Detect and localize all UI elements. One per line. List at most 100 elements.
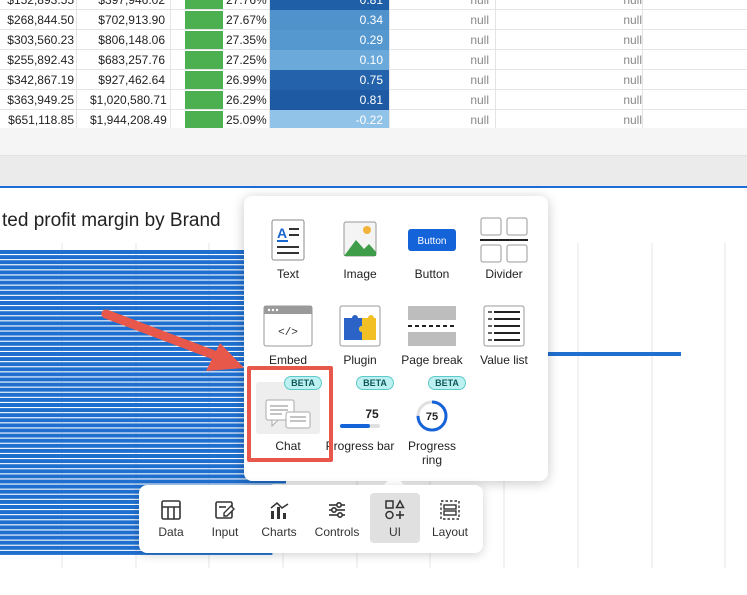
page-break-icon — [408, 306, 456, 346]
chart-title: ted profit margin by Brand — [2, 210, 221, 231]
data-bar — [185, 11, 223, 29]
data-bar — [185, 31, 223, 49]
data-bar — [185, 91, 223, 109]
table-cell: null — [470, 33, 489, 47]
data-table: $152,893.55 $397,946.02 27.76% 0.81 null null… — [0, 0, 747, 128]
table-row[interactable]: $268,844.50 $702,913.90 27.67% 0.34 null null — [0, 10, 747, 30]
text-icon: A — [271, 219, 305, 261]
button-icon: Button — [408, 229, 456, 251]
table-icon — [161, 500, 181, 520]
popup-item-progress-ring[interactable]: BETA 75 Progress ring — [396, 372, 468, 467]
data-bar — [185, 71, 223, 89]
toolbar-charts-button[interactable]: Charts — [254, 493, 304, 543]
image-icon — [343, 221, 377, 257]
table-cell: $363,949.25 — [7, 93, 74, 107]
table-cell: $683,257.76 — [98, 53, 165, 67]
heatmap-cell: 0.81 — [269, 90, 389, 110]
column-divider — [495, 0, 496, 128]
progress-bar-value: 75 — [365, 407, 379, 421]
table-cell: null — [623, 0, 642, 7]
toolbar-label: Input — [211, 525, 239, 539]
table-cell: $1,944,208.49 — [90, 113, 167, 127]
toolbar-label: Charts — [261, 525, 297, 539]
table-cell: $702,913.90 — [98, 13, 165, 27]
table-cell: 25.09% — [226, 113, 267, 127]
table-cell: $1,020,580.71 — [90, 93, 167, 107]
table-cell: null — [470, 93, 489, 107]
toolbar-controls-button[interactable]: Controls — [312, 493, 362, 543]
table-cell: null — [623, 33, 642, 47]
svg-text:A: A — [277, 225, 287, 241]
svg-text:</>: </> — [278, 327, 298, 339]
data-bar — [185, 111, 223, 128]
toolbar-label: Data — [158, 525, 184, 539]
column-divider — [642, 0, 643, 128]
table-cell: $268,844.50 — [7, 13, 74, 27]
highlight-box — [247, 366, 333, 462]
table-cell: $651,118.85 — [8, 113, 74, 127]
value-list-icon — [483, 305, 525, 347]
column-divider — [269, 0, 270, 128]
table-row[interactable]: $255,892.43 $683,257.76 27.25% 0.10 null null — [0, 50, 747, 70]
table-cell: 26.99% — [226, 73, 267, 87]
table-row[interactable]: $152,893.55 $397,946.02 27.76% 0.81 null null — [0, 0, 747, 10]
table-cell: null — [470, 113, 489, 127]
toolbar-label: UI — [389, 525, 401, 539]
heatmap-cell: 0.29 — [269, 30, 389, 50]
progress-ring-icon: 75 — [416, 400, 448, 432]
section-gap — [0, 128, 747, 186]
table-cell: 27.25% — [226, 53, 267, 67]
table-cell: 27.67% — [226, 13, 267, 27]
table-cell: null — [623, 93, 642, 107]
controls-icon — [329, 501, 345, 519]
popup-item-label: Divider — [485, 267, 523, 281]
popup-item-label: Value list — [480, 353, 528, 367]
table-cell: 26.29% — [226, 93, 267, 107]
table-cell: $255,892.43 — [7, 53, 74, 67]
table-row[interactable]: $303,560.23 $806,148.06 27.35% 0.29 null null — [0, 30, 747, 50]
table-cell: $397,946.02 — [98, 0, 165, 7]
table-cell: null — [470, 13, 489, 27]
table-cell: $927,462.64 — [98, 73, 165, 87]
heatmap-cell: 0.81 — [269, 0, 389, 10]
progress-bar-icon: 75 — [340, 407, 380, 428]
heatmap-cell: 0.10 — [269, 50, 389, 70]
table-cell: null — [470, 53, 489, 67]
table-cell: null — [470, 73, 489, 87]
toolbar-label: Controls — [314, 525, 360, 539]
heatmap-cell: 0.75 — [269, 70, 389, 90]
column-divider — [389, 0, 390, 128]
heatmap-cell: 0.34 — [269, 10, 389, 30]
table-row[interactable]: $363,949.25 $1,020,580.71 26.29% 0.81 null nu… — [0, 90, 747, 110]
heatmap-cell: -0.22 — [269, 110, 389, 128]
column-divider — [170, 0, 171, 128]
progress-ring-value: 75 — [426, 411, 438, 423]
toolbar-label: Layout — [431, 525, 469, 539]
toolbar-input-button[interactable]: Input — [200, 493, 250, 543]
plugin-icon — [339, 305, 381, 347]
chart-bar[interactable] — [0, 474, 286, 479]
table-row[interactable]: $342,867.19 $927,462.64 26.99% 0.75 null null — [0, 70, 747, 90]
toolbar-layout-button[interactable]: Layout — [425, 493, 475, 543]
column-divider — [76, 0, 77, 128]
toolbar-ui-button[interactable]: UI — [370, 493, 420, 543]
table-cell: 27.76% — [226, 0, 267, 7]
bottom-toolbar: Data Input Charts Controls UI Layout — [139, 485, 483, 553]
chart-bar[interactable] — [0, 479, 286, 484]
charts-icon — [270, 501, 289, 519]
table-cell: null — [623, 53, 642, 67]
popup-item-divider[interactable]: Divider — [468, 200, 540, 284]
data-bar — [185, 0, 223, 9]
table-cell: $342,867.19 — [7, 73, 74, 87]
input-icon — [215, 501, 235, 519]
popup-item-label: Progress ring — [407, 439, 457, 467]
table-cell: $806,148.06 — [98, 33, 165, 47]
popup-item-value-list[interactable]: Value list — [468, 286, 540, 370]
table-cell: 27.35% — [226, 33, 267, 47]
data-bar — [185, 51, 223, 69]
table-cell: null — [623, 73, 642, 87]
table-row[interactable]: $651,118.85 $1,944,208.49 25.09% -0.22 null n… — [0, 110, 747, 128]
toolbar-data-button[interactable]: Data — [146, 493, 196, 543]
ui-icon — [385, 499, 405, 520]
table-cell: null — [623, 13, 642, 27]
